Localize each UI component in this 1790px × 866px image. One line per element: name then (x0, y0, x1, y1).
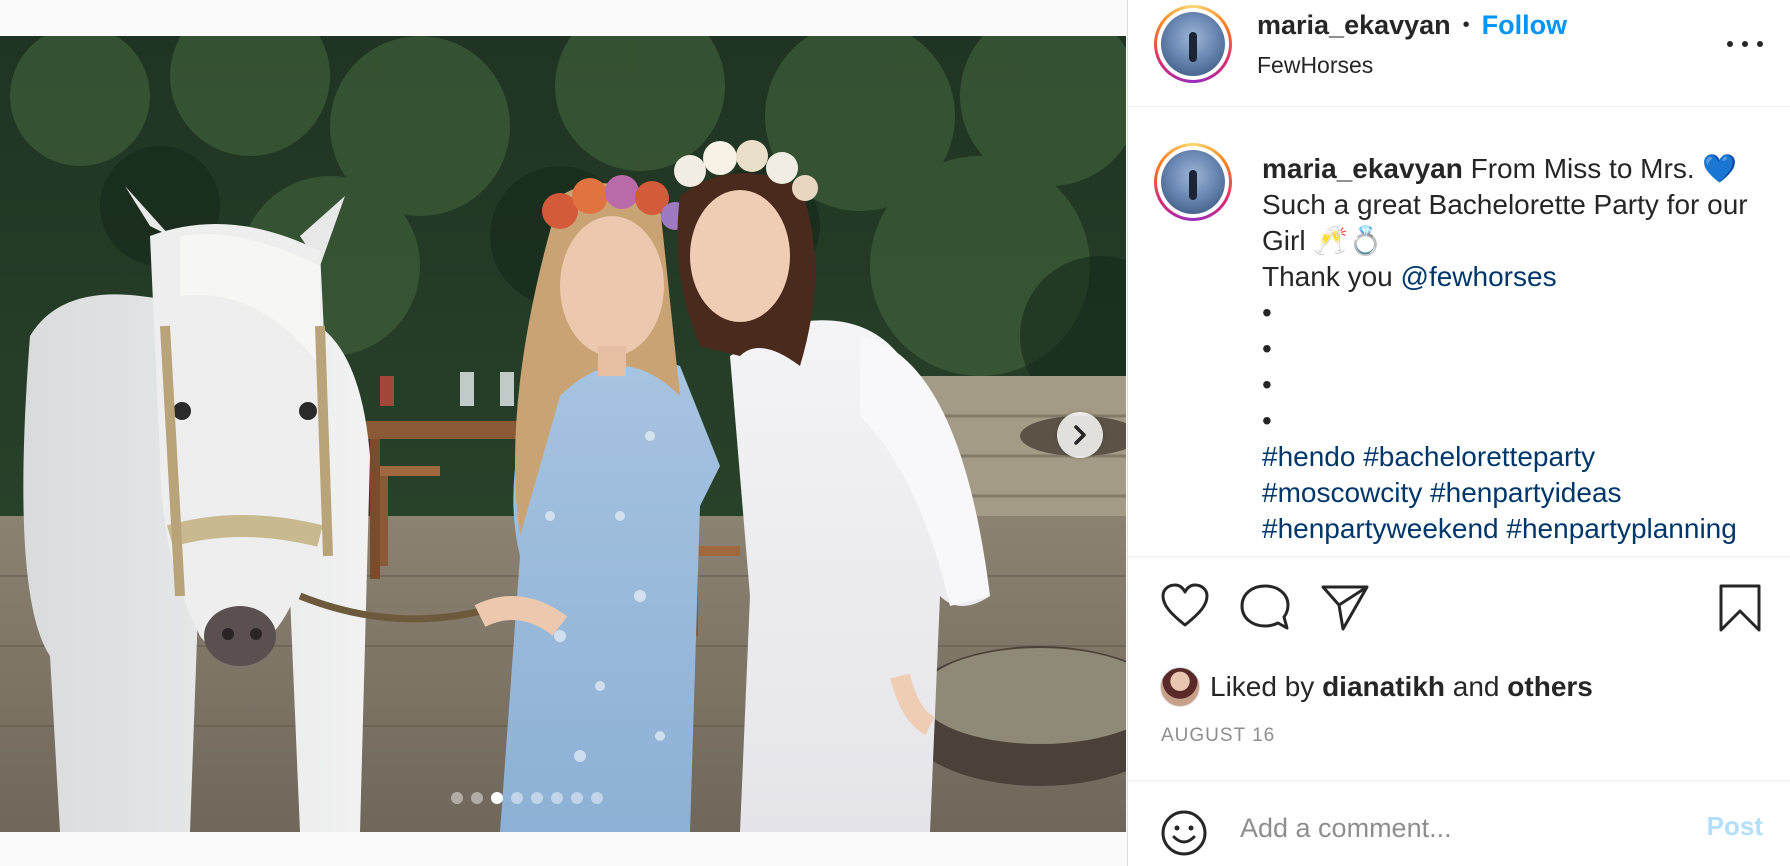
hashtag-link[interactable]: #henpartyweekend (1262, 513, 1499, 544)
likes-prefix: Liked by (1210, 671, 1315, 702)
author-avatar[interactable] (1154, 5, 1232, 83)
photo-illustration (0, 36, 1126, 832)
caption-author-avatar[interactable] (1154, 143, 1232, 221)
carousel-dot-active (491, 792, 503, 804)
like-button[interactable] (1160, 583, 1210, 634)
hashtag-link[interactable]: #hendo (1262, 441, 1355, 472)
caption-text: Such a great Bachelorette Party for our (1262, 189, 1748, 220)
next-slide-button[interactable] (1057, 412, 1103, 458)
emoji-picker-button[interactable] (1160, 809, 1208, 862)
blue-heart-emoji: 💙 (1702, 153, 1738, 184)
carousel-dot (471, 792, 483, 804)
likes-others-link[interactable]: others (1507, 671, 1593, 702)
media-pane (0, 0, 1126, 866)
header-author-line: maria_ekavyan • Follow (1257, 10, 1567, 41)
post-side-panel: maria_ekavyan • Follow FewHorses maria_e… (1127, 0, 1790, 866)
carousel-dot (571, 792, 583, 804)
more-options-button[interactable] (1727, 36, 1763, 52)
carousel-dot (551, 792, 563, 804)
post-actions-area: Liked by dianatikh and others AUGUST 16 (1128, 556, 1790, 781)
caption-bullet: • (1262, 297, 1272, 328)
post-caption: maria_ekavyan From Miss to Mrs. 💙 Such a… (1262, 151, 1772, 547)
caption-bullet: • (1262, 333, 1272, 364)
caption-text: From Miss to Mrs. (1470, 153, 1695, 184)
separator-dot: • (1462, 14, 1470, 36)
author-username[interactable]: maria_ekavyan (1257, 10, 1451, 41)
comment-bubble-icon (1240, 584, 1290, 630)
more-horizontal-icon (1757, 41, 1763, 47)
likes-summary: Liked by dianatikh and others (1160, 667, 1593, 707)
caption-area: maria_ekavyan From Miss to Mrs. 💙 Such a… (1128, 107, 1790, 555)
champagne-ring-emoji: 🥂💍 (1313, 225, 1384, 256)
carousel-dot (531, 792, 543, 804)
paper-plane-icon (1321, 585, 1369, 631)
likes-joiner: and (1452, 671, 1500, 702)
more-horizontal-icon (1727, 41, 1733, 47)
carousel-dot (451, 792, 463, 804)
action-bar (1160, 583, 1762, 638)
caption-text: Thank you (1262, 261, 1393, 292)
location-link[interactable]: FewHorses (1257, 52, 1373, 79)
carousel-indicators (451, 792, 603, 804)
comment-bar: Post (1128, 780, 1790, 866)
comment-button[interactable] (1240, 583, 1290, 636)
save-button[interactable] (1718, 583, 1762, 638)
more-horizontal-icon (1742, 41, 1748, 47)
comment-input[interactable] (1238, 807, 1682, 849)
post-date[interactable]: AUGUST 16 (1161, 725, 1275, 747)
caption-bullet: • (1262, 405, 1272, 436)
hashtag-link[interactable]: #henpartyideas (1430, 477, 1621, 508)
caption-text: Girl (1262, 225, 1306, 256)
hashtag-link[interactable]: #henpartyplanning (1506, 513, 1736, 544)
instagram-post-view: maria_ekavyan • Follow FewHorses maria_e… (0, 0, 1790, 866)
post-comment-button[interactable]: Post (1707, 811, 1763, 842)
post-header: maria_ekavyan • Follow FewHorses (1128, 0, 1790, 107)
caption-author-username[interactable]: maria_ekavyan (1262, 153, 1463, 184)
smiley-icon (1161, 810, 1207, 856)
share-button[interactable] (1320, 583, 1370, 636)
liker-avatar[interactable] (1160, 667, 1200, 707)
heart-icon (1161, 583, 1209, 627)
chevron-right-icon (1074, 425, 1086, 445)
liker-username[interactable]: dianatikh (1322, 671, 1445, 702)
follow-button[interactable]: Follow (1482, 10, 1567, 41)
post-photo[interactable] (0, 36, 1126, 832)
carousel-dot (591, 792, 603, 804)
carousel-dot (511, 792, 523, 804)
hashtag-link[interactable]: #moscowcity (1262, 477, 1422, 508)
mention-link[interactable]: @fewhorses (1401, 261, 1557, 292)
caption-bullet: • (1262, 369, 1272, 400)
bookmark-icon (1719, 584, 1761, 632)
hashtag-link[interactable]: #bacheloretteparty (1363, 441, 1595, 472)
